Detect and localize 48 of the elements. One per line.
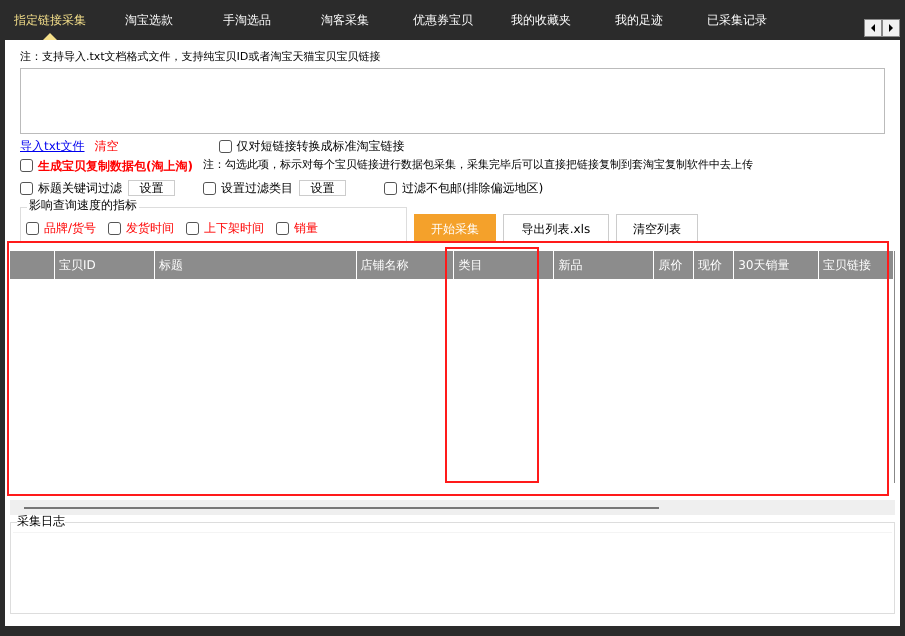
action-button[interactable]: 导出列表.xls xyxy=(503,214,609,243)
settings-button[interactable]: 设置 xyxy=(299,180,346,196)
log-title: 采集日志 xyxy=(17,515,65,527)
column-header: 原价 xyxy=(654,251,694,279)
tab[interactable]: 淘宝选款 xyxy=(100,0,198,40)
checkbox-label: 过滤不包邮(排除偏远地区) xyxy=(402,180,544,197)
group-title: 影响查询速度的指标 xyxy=(27,199,139,211)
tab[interactable]: 我的足迹 xyxy=(590,0,688,40)
column-header: 新品 xyxy=(554,251,654,279)
clear-link[interactable]: 清空 xyxy=(94,137,119,155)
checkbox[interactable] xyxy=(108,222,122,234)
checkbox-label: 销量 xyxy=(294,220,318,237)
checkbox[interactable] xyxy=(20,182,33,194)
scroll-left-button[interactable] xyxy=(864,19,882,37)
link-input-field[interactable] xyxy=(20,68,885,134)
checkbox-label: 上下架时间 xyxy=(204,220,264,237)
horizontal-scrollbar[interactable] xyxy=(24,506,659,508)
import-note: 注：支持导入.txt文档格式文件，支持纯宝贝ID或者淘宝天猫宝贝宝贝链接 xyxy=(20,49,382,65)
scroll-right-button[interactable] xyxy=(882,19,900,37)
checkbox-label: 生成宝贝复制数据包(淘上淘) xyxy=(38,158,193,174)
column-header: 30天销量 xyxy=(734,251,820,279)
checkbox[interactable] xyxy=(276,222,290,234)
checkbox-label: 设置过滤类目 xyxy=(221,180,293,197)
column-header: 店铺名称 xyxy=(356,251,454,279)
checkbox-label: 仅对短链接转换成标准淘宝链接 xyxy=(236,138,405,155)
checkbox[interactable] xyxy=(26,222,39,234)
checkbox-label: 发货时间 xyxy=(126,220,174,237)
column-header: 宝贝ID xyxy=(54,251,155,279)
import-link[interactable]: 导入txt文件 xyxy=(20,137,85,155)
checkbox-label: 品牌/货号 xyxy=(44,220,96,237)
checkbox[interactable] xyxy=(384,182,397,194)
package-hint: 注：勾选此项，标示对每个宝贝链接进行数据包采集，采集完毕后可以直接把链接复制到套淘宝复制软件中去上传 xyxy=(202,157,753,174)
column-header: 宝贝链接 xyxy=(819,251,894,279)
checkbox[interactable] xyxy=(186,222,200,234)
tab[interactable]: 淘客采集 xyxy=(296,0,394,40)
action-button[interactable]: 清空列表 xyxy=(616,214,698,243)
tab[interactable]: 已采集记录 xyxy=(688,0,786,40)
settings-button[interactable]: 设置 xyxy=(128,180,175,196)
checkbox[interactable] xyxy=(203,182,216,194)
column-header: 类目 xyxy=(454,251,554,279)
checkbox[interactable] xyxy=(20,159,33,172)
column-header: 现价 xyxy=(694,251,734,279)
tab[interactable]: 手淘选品 xyxy=(198,0,296,40)
checkbox-label: 标题关键词过滤 xyxy=(38,180,122,197)
checkbox[interactable] xyxy=(218,140,232,152)
column-header: 标题 xyxy=(154,251,357,279)
tab[interactable]: 优惠券宝贝 xyxy=(394,0,492,40)
tab[interactable]: 我的收藏夹 xyxy=(492,0,590,40)
